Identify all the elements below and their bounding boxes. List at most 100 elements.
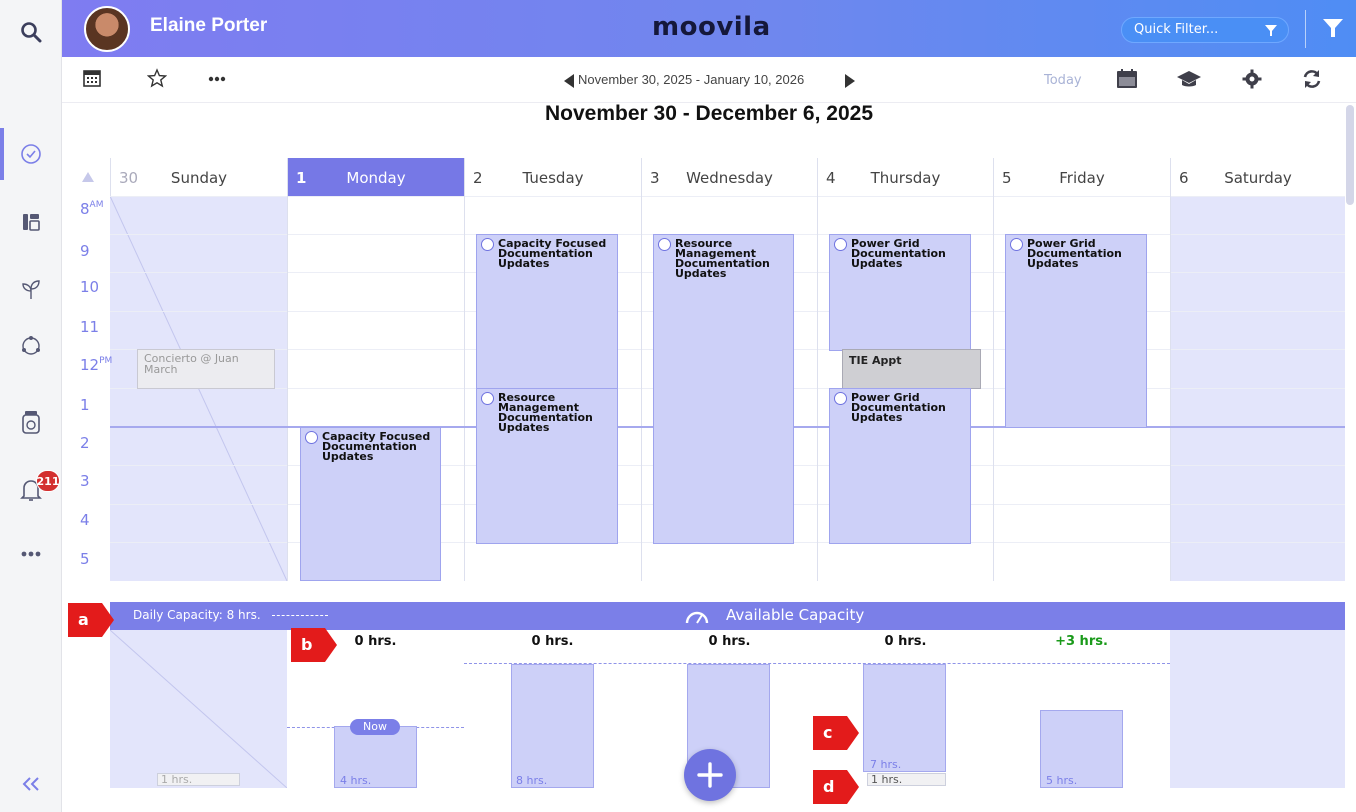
avatar[interactable] [84, 6, 130, 52]
day-divider [464, 196, 465, 581]
day-divider [993, 196, 994, 581]
task-status-circle-icon[interactable] [1010, 238, 1023, 251]
refresh-icon[interactable] [1302, 69, 1322, 89]
day-divider [641, 196, 642, 581]
annotation-b: b [291, 628, 337, 662]
event-title: Power Grid Documentation Updates [1027, 237, 1122, 270]
task-status-circle-icon[interactable] [481, 238, 494, 251]
hour-label: 3 [80, 472, 90, 490]
available-capacity-header: Daily Capacity: 8 hrs. Available Capacit… [110, 602, 1345, 630]
calendar-view-icon[interactable] [1116, 68, 1138, 90]
app-logo: moovila [652, 12, 771, 42]
star-icon[interactable] [147, 68, 167, 88]
event-title: Power Grid Documentation Updates [851, 237, 946, 270]
capacity-label-tuesday: 8 hrs. [516, 774, 548, 787]
collapse-sidebar-icon[interactable] [0, 764, 62, 804]
day-header-sunday[interactable]: 30 Sunday [110, 158, 287, 196]
hour-label: 1 [80, 396, 90, 414]
task-status-circle-icon[interactable] [658, 238, 671, 251]
available-capacity-title: Available Capacity [726, 606, 865, 624]
capacity-label-thursday-other: 1 hrs. [867, 773, 946, 786]
event-title: Resource Management Documentation Update… [675, 237, 770, 280]
cycle-network-icon[interactable] [0, 326, 62, 366]
search-icon[interactable] [0, 12, 62, 52]
daily-capacity-dash [272, 615, 328, 616]
event-tuesday-capacity-focused[interactable]: Capacity Focused Documentation Updates [476, 234, 618, 389]
add-button[interactable] [684, 749, 736, 801]
user-name[interactable]: Elaine Porter [150, 15, 267, 37]
day-header-monday[interactable]: 1 Monday [287, 158, 464, 196]
day-header-saturday[interactable]: 6 Saturday [1170, 158, 1345, 196]
event-thursday-power-grid-1[interactable]: Power Grid Documentation Updates [829, 234, 971, 351]
daily-capacity-label: Daily Capacity: 8 hrs. [133, 608, 261, 622]
hour-label: 12PM [80, 356, 113, 374]
capacity-value-thursday: 0 hrs. [884, 634, 927, 649]
hour-label: 2 [80, 434, 90, 452]
hour-label: 8AM [80, 200, 104, 218]
date-range-label: November 30, 2025 - January 10, 2026 [578, 72, 805, 87]
task-status-circle-icon[interactable] [481, 392, 494, 405]
quick-filter-placeholder: Quick Filter... [1134, 22, 1219, 37]
toolbar: November 30, 2025 - January 10, 2026 Tod… [62, 57, 1356, 103]
event-concierto[interactable]: Concierto @ Juan March [137, 349, 275, 389]
week-title: November 30 - December 6, 2025 [544, 102, 873, 125]
capacity-value-wednesday: 0 hrs. [708, 634, 751, 649]
annotation-a: a [68, 603, 114, 637]
previous-range-arrow-icon[interactable] [564, 74, 574, 88]
hour-label: 5 [80, 550, 90, 568]
day-name: Friday [1059, 169, 1105, 187]
task-status-circle-icon[interactable] [305, 431, 318, 444]
tasks-check-icon[interactable] [0, 134, 62, 174]
capacity-bar-thursday[interactable] [863, 664, 946, 772]
now-marker: Now [350, 719, 400, 735]
next-range-arrow-icon[interactable] [845, 74, 855, 88]
capacity-label-thursday: 7 hrs. [870, 758, 902, 771]
calendar-icon[interactable] [82, 68, 102, 88]
graduation-cap-icon[interactable] [1176, 69, 1202, 89]
vertical-scrollbar[interactable] [1346, 105, 1354, 205]
task-status-circle-icon[interactable] [834, 238, 847, 251]
event-tuesday-resource-management[interactable]: Resource Management Documentation Update… [476, 388, 618, 544]
event-monday-capacity-focused[interactable]: Capacity Focused Documentation Updates [300, 427, 441, 581]
event-thursday-power-grid-2[interactable]: Power Grid Documentation Updates [829, 388, 971, 544]
day-name: Sunday [170, 169, 228, 187]
day-name: Thursday [870, 169, 941, 187]
day-header-wednesday[interactable]: 3 Wednesday [641, 158, 817, 196]
capacity-label-monday: 4 hrs. [340, 774, 372, 787]
filter-funnel-icon[interactable] [1322, 17, 1344, 39]
day-name: Tuesday [522, 169, 584, 187]
capacity-bar-tuesday[interactable] [511, 664, 594, 788]
speedometer-icon [685, 611, 709, 624]
settings-gear-icon[interactable] [1242, 69, 1262, 89]
event-title: Capacity Focused Documentation Updates [498, 237, 607, 270]
day-divider [817, 196, 818, 581]
header-divider [1305, 10, 1306, 48]
more-options-icon[interactable] [208, 76, 226, 82]
day-header-thursday[interactable]: 4 Thursday [817, 158, 993, 196]
event-wednesday-resource-management[interactable]: Resource Management Documentation Update… [653, 234, 794, 544]
more-dots-icon[interactable] [0, 534, 62, 574]
day-header-friday[interactable]: 5 Friday [993, 158, 1170, 196]
event-tie-appt[interactable]: TIE Appt [842, 349, 981, 389]
event-friday-power-grid[interactable]: Power Grid Documentation Updates [1005, 234, 1147, 428]
top-header: Elaine Porter moovila Quick Filter... [62, 0, 1356, 57]
hour-label: 10 [80, 278, 100, 296]
task-status-circle-icon[interactable] [834, 392, 847, 405]
timer-jar-icon[interactable] [0, 402, 62, 442]
capacity-label-sunday: 1 hrs. [157, 773, 240, 786]
hour-line [110, 196, 1345, 197]
filter-icon[interactable] [1264, 23, 1278, 37]
day-divider [1170, 196, 1171, 581]
today-button[interactable]: Today [1044, 73, 1082, 88]
saturday-capacity-area [1170, 630, 1345, 788]
day-header-tuesday[interactable]: 2 Tuesday [464, 158, 641, 196]
annotation-d: d [813, 770, 859, 804]
dashboard-icon[interactable] [0, 202, 62, 242]
scroll-up-arrow-icon[interactable] [82, 172, 94, 182]
day-divider [287, 196, 288, 581]
capacity-value-friday: +3 hrs. [1055, 634, 1108, 649]
quick-filter-input[interactable]: Quick Filter... [1121, 17, 1289, 43]
annotation-c: c [813, 716, 859, 750]
sunday-capacity-strike [110, 630, 287, 788]
growth-plant-icon[interactable] [0, 270, 62, 310]
